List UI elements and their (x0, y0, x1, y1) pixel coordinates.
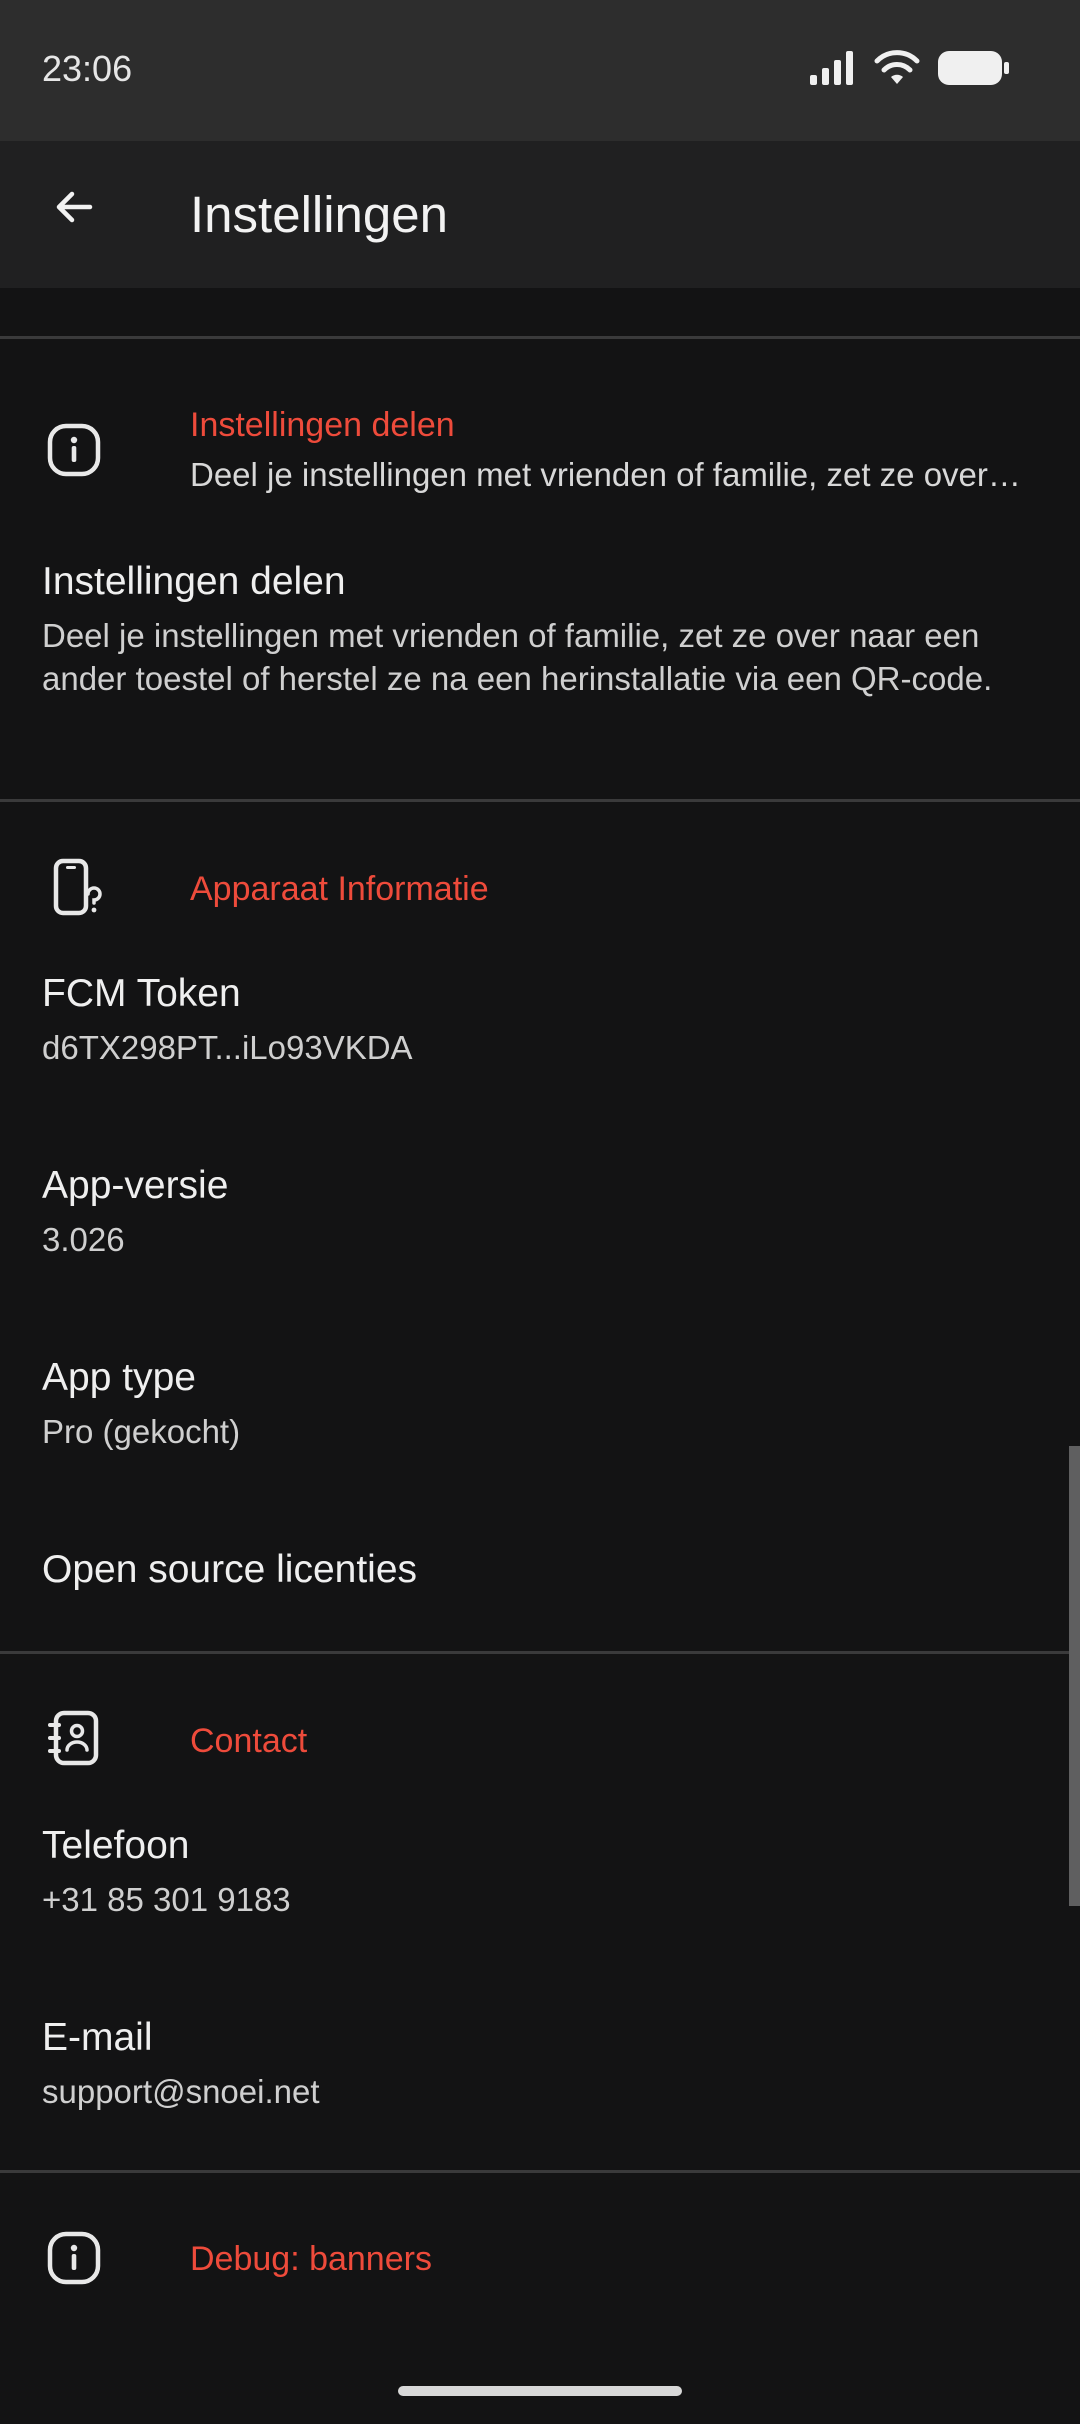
pref-summary: support@snoei.net (42, 2073, 320, 2110)
pref-summary: d6TX298PT...iLo93VKDA (42, 1029, 413, 1066)
arrow-left-icon (50, 183, 98, 236)
pref-summary: Deel je instellingen met vrienden of fam… (42, 617, 993, 697)
pref-summary: +31 85 301 9183 (42, 1881, 291, 1918)
pref-title: E-mail (42, 2016, 153, 2059)
phone-question-icon (44, 858, 104, 918)
pref-title: Instellingen delen (42, 560, 346, 603)
wifi-icon (874, 50, 920, 91)
signal-icon (810, 51, 856, 90)
status-icons (810, 50, 1010, 91)
info-icon (44, 420, 104, 480)
divider (0, 1651, 1080, 1654)
info-icon (44, 2228, 104, 2288)
share-settings-item[interactable]: Instellingen delen Deel je instellingen … (0, 550, 1080, 790)
contact-book-icon (44, 1708, 104, 1768)
email-item[interactable]: E-mail support@snoei.net (0, 2002, 1080, 2172)
settings-list[interactable]: Instellingen delen Deel je instellingen … (0, 288, 1080, 2424)
pref-title: FCM Token (42, 972, 241, 1015)
app-version-item[interactable]: App-versie 3.026 (0, 1150, 1080, 1320)
pref-title: Open source licenties (42, 1548, 418, 1591)
pref-summary: 3.026 (42, 1221, 125, 1258)
category-title-contact: Contact (190, 1722, 308, 1760)
fcm-token-item[interactable]: FCM Token d6TX298PT...iLo93VKDA (0, 958, 1080, 1128)
divider (0, 799, 1080, 802)
pref-title: App-versie (42, 1164, 229, 1207)
back-button[interactable] (36, 171, 112, 247)
pref-summary: Pro (gekocht) (42, 1413, 241, 1450)
phone-item[interactable]: Telefoon +31 85 301 9183 (0, 1810, 1080, 1980)
status-time: 23:06 (42, 48, 133, 89)
category-title-device: Apparaat Informatie (190, 870, 489, 908)
gesture-bar[interactable] (398, 2386, 682, 2396)
app-type-item[interactable]: App type Pro (gekocht) (0, 1342, 1080, 1512)
battery-icon (938, 51, 1010, 90)
scrollbar[interactable] (1069, 1446, 1080, 1906)
divider (0, 2170, 1080, 2173)
page-title: Instellingen (190, 186, 449, 243)
status-bar: 23:06 (0, 0, 1080, 141)
category-subtitle-share: Deel je instellingen met vrienden of fam… (190, 456, 1030, 493)
app-bar: Instellingen (0, 141, 1080, 288)
category-title-share: Instellingen delen (190, 406, 455, 444)
category-title-debug: Debug: banners (190, 2240, 432, 2278)
divider (0, 336, 1080, 339)
pref-title: Telefoon (42, 1824, 190, 1867)
open-source-licenses-item[interactable]: Open source licenties (0, 1534, 1080, 1644)
pref-title: App type (42, 1356, 196, 1399)
